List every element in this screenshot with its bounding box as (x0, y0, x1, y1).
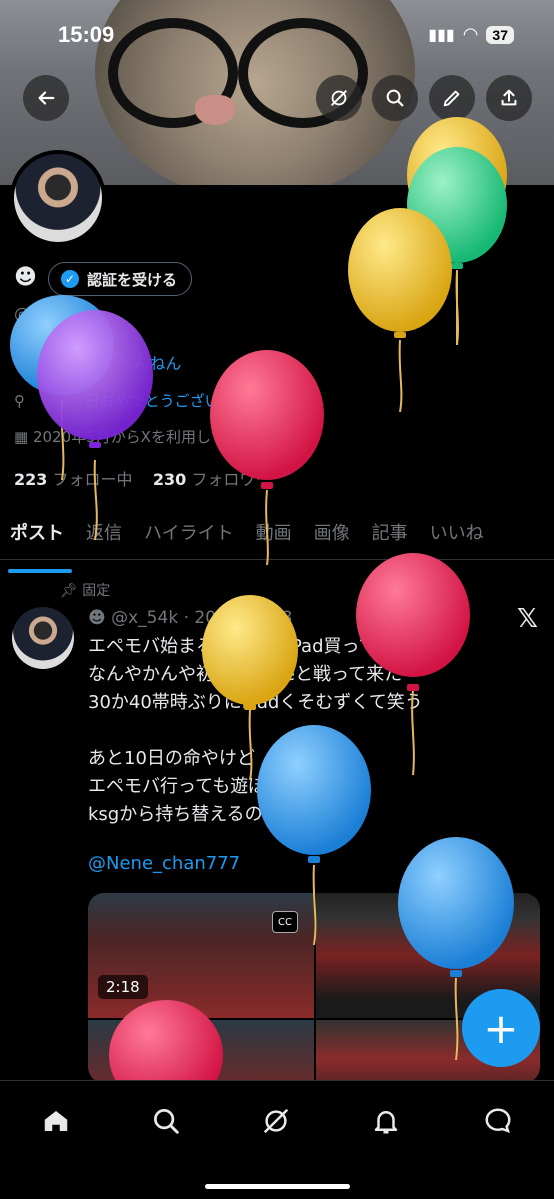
verified-check-icon: ✓ (61, 270, 79, 288)
tab-videos[interactable]: 動画 (246, 505, 304, 559)
profile-tabs: ポスト 返信 ハイライト 動画 画像 記事 いいね (0, 505, 554, 573)
grok-icon (331, 90, 347, 106)
nav-notifications[interactable] (366, 1101, 406, 1141)
pencil-icon (443, 90, 460, 107)
post-avatar[interactable] (12, 607, 74, 669)
tab-replies[interactable]: 返信 (76, 505, 134, 559)
calendar-icon: ▦ (14, 428, 29, 446)
nav-grok[interactable] (256, 1101, 296, 1141)
bottom-nav (0, 1080, 554, 1199)
profile-joined: ▦ 2020年5月からXを利用しています › (14, 426, 281, 447)
profile-location: ⚲ 日おめでとうございます。 (14, 390, 263, 411)
cc-icon[interactable]: CC (272, 911, 298, 933)
tab-likes[interactable]: いいね (420, 505, 496, 559)
followers-link[interactable]: 230 フォロワー (153, 470, 272, 489)
cat-nose (195, 95, 235, 125)
search-icon (386, 89, 404, 107)
status-time: 15:09 (58, 22, 115, 47)
nav-search[interactable] (146, 1101, 186, 1141)
message-icon (485, 1108, 511, 1133)
home-icon (44, 1111, 68, 1131)
joined-text: 2020年5月からXを利用しています (32, 428, 271, 446)
pin-icon: 📌︎ (60, 583, 78, 599)
chevron-right-icon: › (275, 428, 282, 446)
profile-avatar[interactable] (10, 150, 106, 246)
battery-icon: 37 (486, 25, 514, 44)
edit-button[interactable] (429, 75, 475, 121)
post-mention[interactable]: @Nene_chan777 (88, 853, 240, 874)
location-icon: ⚲ (14, 392, 25, 410)
tab-photos[interactable]: 画像 (304, 505, 362, 559)
grok-button[interactable] (316, 75, 362, 121)
balloon (348, 208, 452, 413)
post-text: エペモバ始まるらしいしiPad買って なんやかんや初めてneneと戦って来た 3… (88, 636, 423, 825)
following-link[interactable]: 223 フォロー中 (14, 470, 133, 489)
get-verified-label: 認証を受ける (87, 270, 178, 289)
video-thumbnail[interactable]: CC 2:18 (88, 893, 314, 1018)
back-arrow-icon (38, 91, 55, 105)
wifi-icon: ◠ (462, 24, 479, 45)
nav-messages[interactable] (478, 1101, 518, 1141)
profile-counts: 223 フォロー中 230 フォロワー (14, 466, 271, 490)
bio-text: んねん (133, 354, 182, 373)
search-button[interactable] (372, 75, 418, 121)
status-icons: ▮▮▮ ◠ 37 (428, 24, 514, 45)
compose-button[interactable]: + (462, 989, 540, 1067)
profile-bio: #な んねん (14, 350, 181, 374)
home-indicator (205, 1184, 350, 1189)
nav-home[interactable] (36, 1101, 76, 1141)
profile-handle: @x_54k (14, 304, 78, 323)
x-logo-icon: 𝕏 (517, 604, 538, 634)
signal-icon: ▮▮▮ (428, 25, 455, 44)
tab-highlights[interactable]: ハイライト (134, 505, 246, 559)
search-icon (154, 1109, 179, 1134)
back-button[interactable] (23, 75, 69, 121)
media-image[interactable] (88, 1020, 314, 1083)
video-duration: 2:18 (98, 975, 148, 999)
post-meta: ☻ @x_54k · 2024/03/08 (88, 608, 293, 628)
tab-posts[interactable]: ポスト (0, 505, 76, 573)
profile-emoji: ☻ (14, 265, 37, 290)
share-button[interactable] (486, 75, 532, 121)
grok-icon (263, 1108, 289, 1134)
location-text: 日おめでとうございます。 (84, 392, 264, 410)
pinned-label: 📌︎ 固定 (60, 583, 111, 599)
share-icon (501, 89, 517, 106)
get-verified-button[interactable]: ✓ 認証を受ける (48, 262, 193, 296)
tab-articles[interactable]: 記事 (362, 505, 420, 559)
bell-icon (374, 1111, 398, 1134)
bio-hashtag[interactable]: #な (14, 354, 43, 373)
